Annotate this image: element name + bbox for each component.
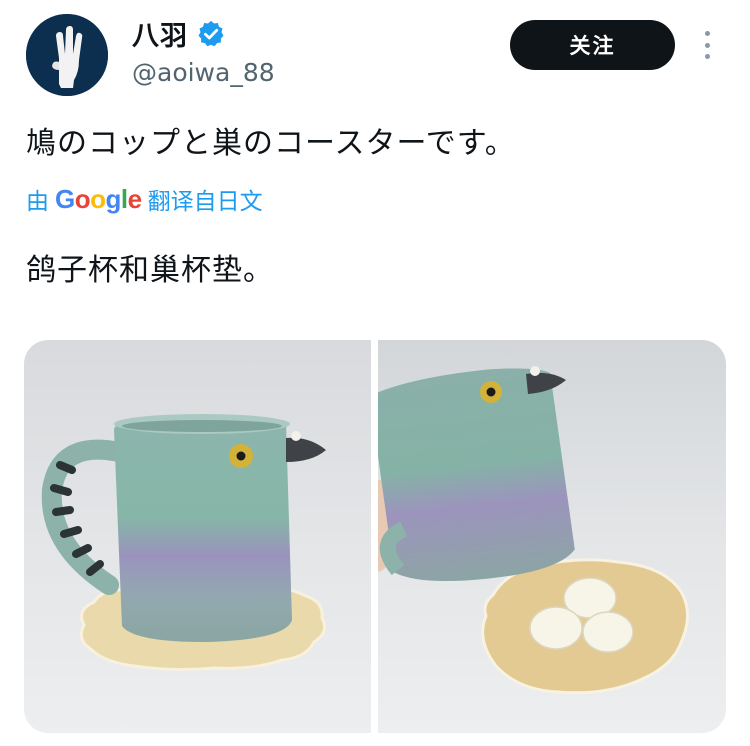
- media-grid: [24, 340, 726, 733]
- photo-pigeon-mug[interactable]: [24, 340, 371, 733]
- more-vertical-icon[interactable]: [696, 28, 718, 62]
- display-name[interactable]: 八羽: [132, 14, 188, 53]
- dot: [704, 31, 710, 36]
- translation-attribution[interactable]: 由 Google 翻译自日文: [26, 182, 263, 216]
- pigeon-mug-image: [41, 414, 327, 672]
- translated-text: 鸽子杯和巢杯垫。: [26, 253, 274, 288]
- translation-prefix: 由: [26, 189, 49, 215]
- dot: [704, 42, 710, 48]
- user-handle[interactable]: @aoiwa_88: [132, 58, 275, 87]
- author-name-row: 八羽: [132, 14, 226, 53]
- translation-suffix: 翻译自日文: [147, 189, 263, 215]
- verified-badge-icon: [198, 20, 224, 46]
- photo-nest-coaster[interactable]: [378, 340, 726, 733]
- avatar[interactable]: [26, 14, 108, 96]
- tweet-text: 鳩のコップと巣のコースターです。: [26, 126, 516, 161]
- hand-avatar-icon: [26, 14, 108, 96]
- google-logo: Google: [55, 183, 142, 214]
- dot: [704, 54, 710, 59]
- nest-coaster-image: [378, 366, 689, 695]
- follow-button[interactable]: 关注: [510, 20, 675, 70]
